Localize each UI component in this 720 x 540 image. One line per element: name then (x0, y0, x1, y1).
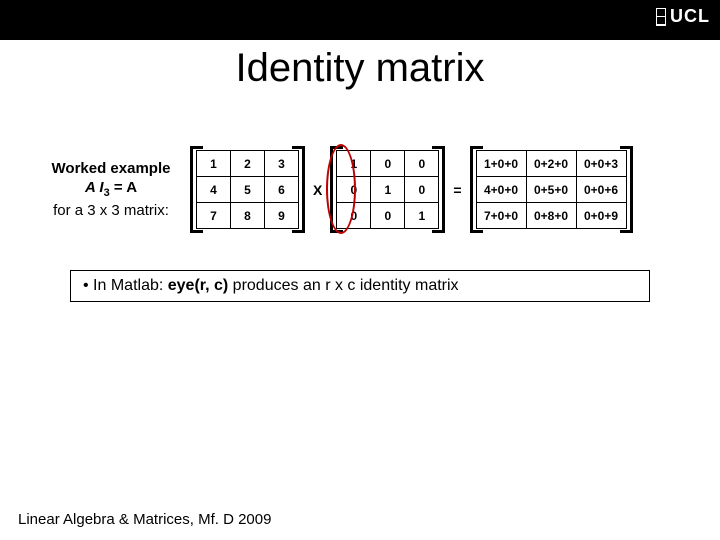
cell: 1 (405, 203, 439, 229)
multiply-operator: X (309, 182, 326, 198)
matlab-note: • In Matlab: eye(r, c) produces an r x c… (70, 270, 650, 302)
matrix-a: 123 456 789 (196, 150, 299, 229)
cell: 0 (371, 151, 405, 177)
cell: 0+0+3 (576, 151, 626, 177)
table-row: 7+0+00+8+00+0+9 (476, 203, 626, 229)
matlab-function: eye(r, c) (168, 277, 228, 294)
bracket-right-icon (627, 146, 633, 233)
cell: 1 (371, 177, 405, 203)
table-row: 4+0+00+5+00+0+6 (476, 177, 626, 203)
table-row: 789 (197, 203, 299, 229)
caption-line3: for a 3 x 3 matrix: (36, 201, 186, 221)
cell: 0+5+0 (526, 177, 576, 203)
table-row: 1+0+00+2+00+0+3 (476, 151, 626, 177)
caption-eq: = A (110, 179, 137, 196)
bracket-right-icon (439, 146, 445, 233)
caption-line2: A I3 = A (36, 178, 186, 200)
cell: 6 (265, 177, 299, 203)
caption-line1: Worked example (36, 159, 186, 179)
matlab-suffix: produces an r x c identity matrix (228, 277, 458, 294)
cell: 0 (337, 177, 371, 203)
ucl-logo-icon (656, 8, 666, 26)
matrix-result-table: 1+0+00+2+00+0+3 4+0+00+5+00+0+6 7+0+00+8… (476, 150, 627, 229)
content-row: Worked example A I3 = A for a 3 x 3 matr… (36, 150, 627, 229)
caption-ai: A I (85, 179, 104, 196)
cell: 0+8+0 (526, 203, 576, 229)
matrix-result: 1+0+00+2+00+0+3 4+0+00+5+00+0+6 7+0+00+8… (476, 150, 627, 229)
cell: 7 (197, 203, 231, 229)
bracket-right-icon (299, 146, 305, 233)
cell: 1 (337, 151, 371, 177)
cell: 0+0+6 (576, 177, 626, 203)
bracket-left-icon (470, 146, 476, 233)
cell: 4+0+0 (476, 177, 526, 203)
matrix-i-table: 100 010 001 (336, 150, 439, 229)
worked-example-caption: Worked example A I3 = A for a 3 x 3 matr… (36, 159, 186, 220)
matrix-i: 100 010 001 (336, 150, 439, 229)
ucl-logo: UCL (656, 6, 710, 27)
table-row: 100 (337, 151, 439, 177)
cell: 2 (231, 151, 265, 177)
cell: 0+0+9 (576, 203, 626, 229)
bracket-left-icon (330, 146, 336, 233)
ucl-logo-text: UCL (670, 6, 710, 27)
cell: 5 (231, 177, 265, 203)
matlab-prefix: • In Matlab: (83, 277, 168, 294)
footer-text: Linear Algebra & Matrices, Mf. D 2009 (18, 511, 271, 528)
cell: 0 (405, 177, 439, 203)
cell: 9 (265, 203, 299, 229)
cell: 8 (231, 203, 265, 229)
cell: 0 (405, 151, 439, 177)
bracket-left-icon (190, 146, 196, 233)
matrix-a-table: 123 456 789 (196, 150, 299, 229)
slide-title: Identity matrix (0, 46, 720, 91)
cell: 0 (371, 203, 405, 229)
cell: 1 (197, 151, 231, 177)
slide: UCL Identity matrix Worked example A I3 … (0, 0, 720, 540)
table-row: 123 (197, 151, 299, 177)
top-bar: UCL (0, 0, 720, 40)
cell: 7+0+0 (476, 203, 526, 229)
cell: 0 (337, 203, 371, 229)
cell: 1+0+0 (476, 151, 526, 177)
cell: 4 (197, 177, 231, 203)
cell: 0+2+0 (526, 151, 576, 177)
table-row: 001 (337, 203, 439, 229)
cell: 3 (265, 151, 299, 177)
table-row: 010 (337, 177, 439, 203)
table-row: 456 (197, 177, 299, 203)
equals-operator: = (449, 182, 465, 198)
